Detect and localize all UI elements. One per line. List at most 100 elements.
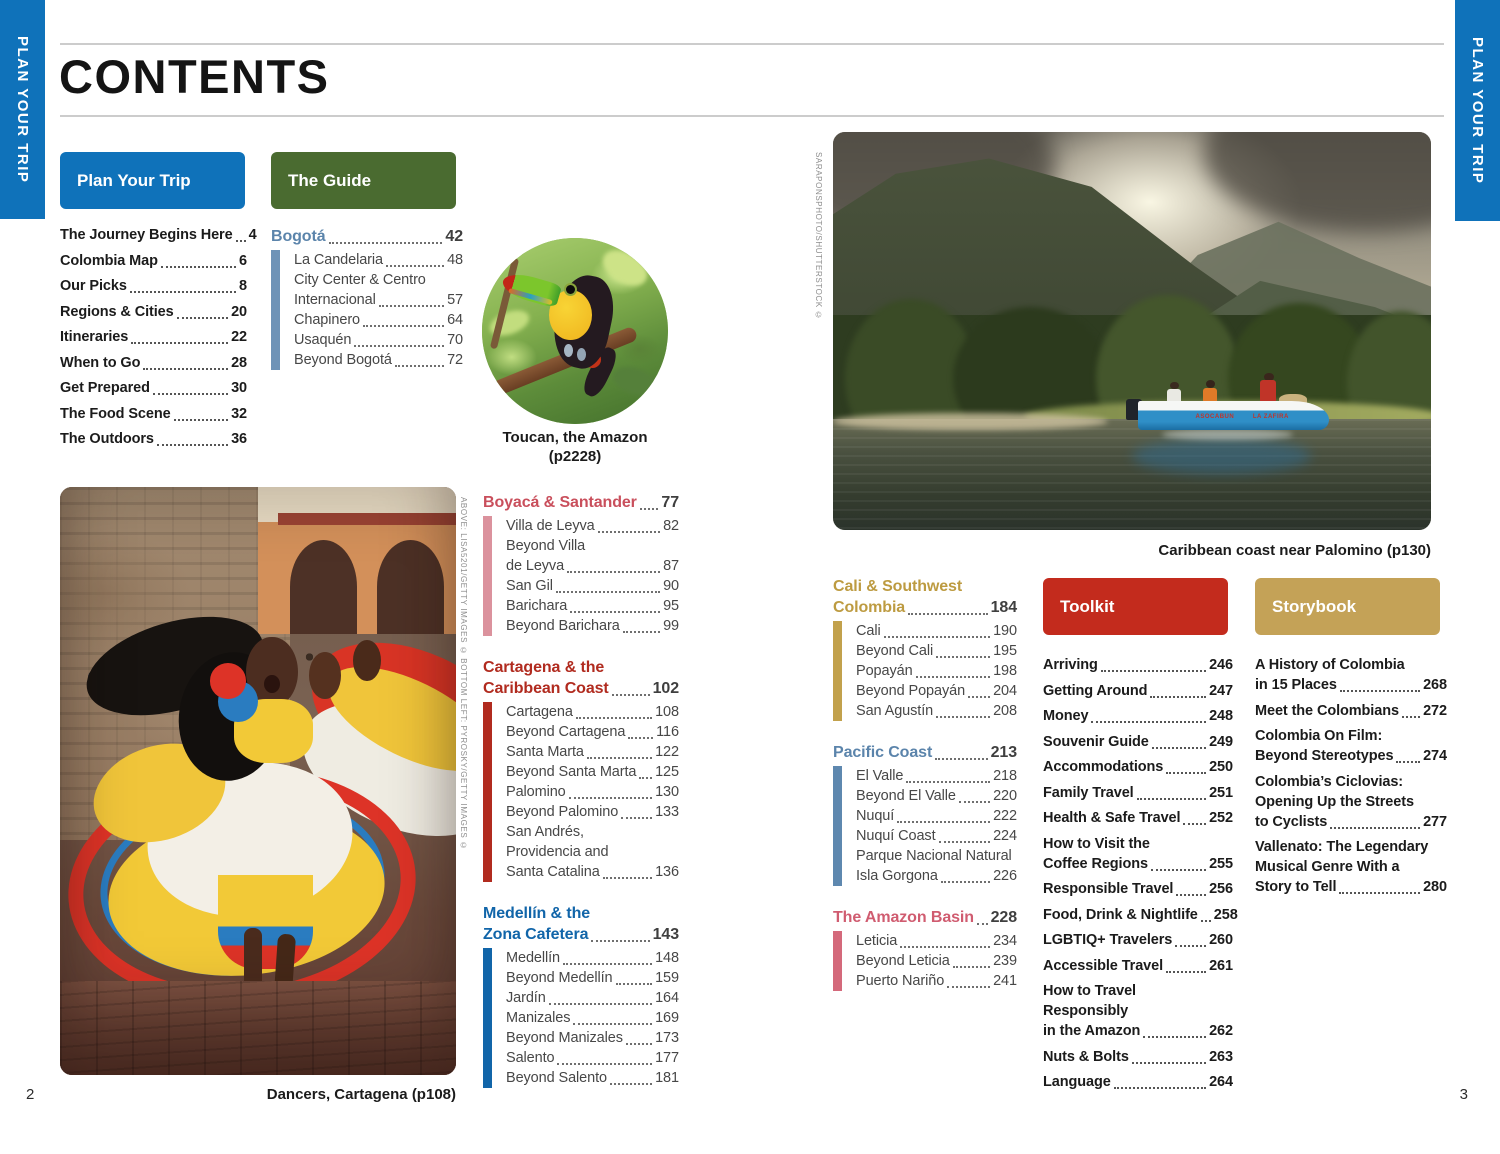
toc-entry-line: Beyond Villa — [506, 536, 679, 556]
toc-entry-row: Santa Catalina136 — [506, 862, 679, 882]
boat: ASOCABUN LA ZAFIRA — [1126, 379, 1329, 435]
toc-entry-row: Food, Drink & Nightlife258 — [1043, 905, 1233, 925]
toc-group-items: Cali 190Beyond Cali195Popayán198Beyond Po… — [833, 621, 1017, 721]
toc-entry-label: Beyond Manizales — [506, 1028, 623, 1048]
toc-entry: Villa de Leyva82 — [506, 516, 679, 536]
toc-entry-row: Beyond Barichara99 — [506, 616, 679, 636]
right-tab-label: PLAN YOUR TRIP — [1469, 37, 1486, 184]
main-photo-caption: Caribbean coast near Palomino (p130) — [1031, 542, 1431, 559]
plan-your-trip-box: Plan Your Trip — [60, 152, 245, 209]
toc-entry-row: Usaquén70 — [294, 330, 463, 350]
toc-entry-row: LGBTIQ+ Travelers260 — [1043, 930, 1233, 950]
toc-entry: Beyond Palomino133 — [506, 802, 679, 822]
toc-entry-label: When to Go — [60, 353, 140, 373]
toc-entry: Popayán198 — [856, 661, 1017, 681]
leader-dots — [354, 345, 444, 347]
toc-entry-row: Beyond Santa Marta125 — [506, 762, 679, 782]
leader-dots — [906, 781, 990, 783]
toolkit-box: Toolkit — [1043, 578, 1228, 635]
leader-dots — [549, 1003, 652, 1005]
toc-entry-label: Souvenir Guide — [1043, 732, 1149, 752]
the-guide-box: The Guide — [271, 152, 456, 209]
toc-entry-page: 250 — [1209, 757, 1233, 777]
leader-dots — [639, 777, 652, 779]
toc-entry-line: Cartagena & the — [483, 657, 679, 678]
toc-entry-row: Story to Tell280 — [1255, 877, 1447, 897]
toc-entry-row: Jardín164 — [506, 988, 679, 1008]
toc-entry-label: Medellín — [506, 948, 560, 968]
toc-entry: Beyond Leticia239 — [856, 951, 1017, 971]
toc-entry-label: Regions & Cities — [60, 302, 174, 322]
toc-group-cartagena: Cartagena & theCaribbean Coast102Cartage… — [483, 657, 679, 882]
toc-entry: The Outdoors36 — [60, 429, 247, 449]
toc-entry: The Journey Begins Here4 — [60, 225, 247, 245]
toc-entry-page: 108 — [655, 702, 679, 722]
toc-entry-page: 77 — [661, 492, 679, 513]
toc-entry: LGBTIQ+ Travelers260 — [1043, 930, 1233, 950]
toc-entry-label: Beyond Bogotá — [294, 350, 392, 370]
toc-entry: Nuquí222 — [856, 806, 1017, 826]
toc-entry-row: Popayán198 — [856, 661, 1017, 681]
leader-dots — [563, 963, 652, 965]
storybook-box-label: Storybook — [1272, 597, 1356, 617]
toc-entry-row: Meet the Colombians272 — [1255, 701, 1447, 721]
toc-entry-page: 222 — [993, 806, 1017, 826]
toc-entry-row: Colombia184 — [833, 597, 1017, 618]
leader-dots — [174, 419, 228, 421]
guide-column-middle: Boyacá & Santander77Villa de Leyva82Beyo… — [483, 492, 679, 1109]
toc-entry-page: 260 — [1209, 930, 1233, 950]
toc-entry-page: 125 — [655, 762, 679, 782]
toc-entry-line: Colombia’s Ciclovias: — [1255, 772, 1447, 792]
toc-entry-page: 116 — [656, 722, 679, 742]
toc-entry-label: Santa Catalina — [506, 862, 600, 882]
toc-entry-page: 102 — [653, 678, 679, 699]
toc-entry-line: Musical Genre With a — [1255, 857, 1447, 877]
leader-dots — [573, 1023, 652, 1025]
toc-entry-page: 274 — [1423, 746, 1447, 766]
toc-entry: San Andrés,Providencia andSanta Catalina… — [506, 822, 679, 882]
toc-entry-page: 164 — [655, 988, 679, 1008]
toc-entry: Beyond Cali195 — [856, 641, 1017, 661]
toc-entry-page: 82 — [663, 516, 679, 536]
leader-dots — [616, 983, 653, 985]
toc-entry-line: San Andrés, — [506, 822, 679, 842]
toc-entry: Beyond Medellín159 — [506, 968, 679, 988]
leader-dots — [1402, 716, 1420, 718]
toc-entry-page: 241 — [993, 971, 1017, 991]
toc-entry-label: Chapinero — [294, 310, 360, 330]
toc-entry-label: Beyond Cali — [856, 641, 933, 661]
toc-entry: When to Go28 — [60, 353, 247, 373]
leader-dots — [143, 368, 228, 370]
toc-group-items: Medellín148Beyond Medellín159Jardín164Ma… — [483, 948, 679, 1088]
toc-entry-page: 190 — [993, 621, 1017, 641]
leader-dots — [395, 365, 444, 367]
toc-entry-label: Popayán — [856, 661, 913, 681]
toc-entry-page: 268 — [1423, 675, 1447, 695]
toc-entry-label: Accommodations — [1043, 757, 1163, 777]
toc-entry-page: 32 — [231, 404, 247, 424]
toc-entry-row: Caribbean Coast102 — [483, 678, 679, 699]
toc-entry-label: Arriving — [1043, 655, 1098, 675]
leader-dots — [1151, 869, 1206, 871]
toc-entry-label: Beyond Popayán — [856, 681, 965, 701]
toc-entry: Beyond Barichara99 — [506, 616, 679, 636]
leader-dots — [236, 240, 246, 242]
leader-dots — [1166, 772, 1206, 774]
toc-entry-label: Coffee Regions — [1043, 854, 1148, 874]
toc-section-header: Boyacá & Santander77 — [483, 492, 679, 513]
toc-group-boyaca: Boyacá & Santander77Villa de Leyva82Beyo… — [483, 492, 679, 636]
toc-entry-row: Beyond Medellín159 — [506, 968, 679, 988]
toc-entry-page: 218 — [993, 766, 1017, 786]
toc-entry-row: Responsible Travel256 — [1043, 879, 1233, 899]
page-title: CONTENTS — [59, 49, 330, 104]
leader-dots — [569, 797, 652, 799]
toc-entry-label: Cali — [856, 621, 881, 641]
toc-entry-row: Barichara95 — [506, 596, 679, 616]
toc-entry-page: 263 — [1209, 1047, 1233, 1067]
toc-entry-page: 213 — [991, 742, 1017, 763]
toc-entry-page: 261 — [1209, 956, 1233, 976]
toc-entry-label: to Cyclists — [1255, 812, 1327, 832]
toc-entry: Beyond Cartagena116 — [506, 722, 679, 742]
toc-entry-label: Nuts & Bolts — [1043, 1047, 1129, 1067]
leader-dots — [1132, 1062, 1206, 1064]
